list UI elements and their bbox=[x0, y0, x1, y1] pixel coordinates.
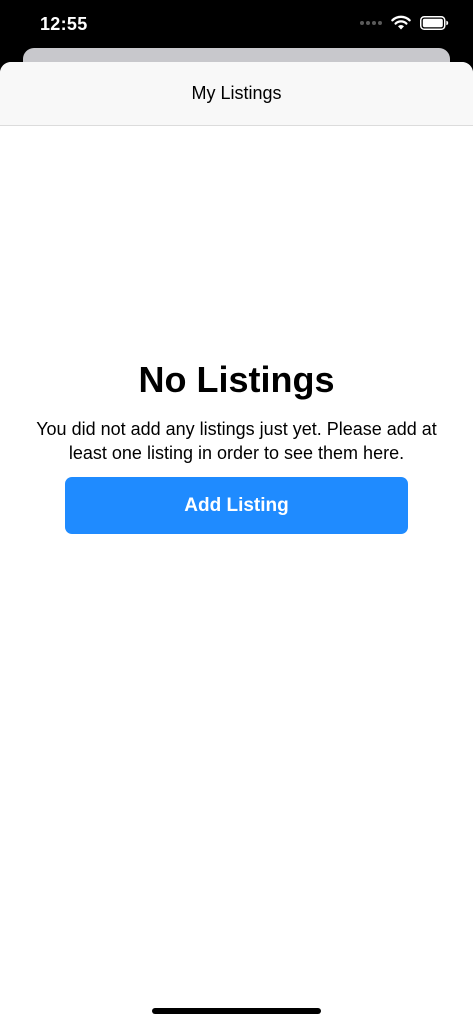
wifi-icon bbox=[391, 15, 411, 30]
modal-sheet: My Listings No Listings You did not add … bbox=[0, 62, 473, 1024]
add-listing-button[interactable]: Add Listing bbox=[65, 477, 408, 534]
empty-state-title: No Listings bbox=[138, 359, 335, 400]
page-title: My Listings bbox=[191, 83, 282, 103]
empty-state-message: You did not add any listings just yet. P… bbox=[36, 419, 437, 463]
battery-icon bbox=[420, 15, 449, 30]
home-indicator[interactable] bbox=[152, 1008, 321, 1014]
status-time: 12:55 bbox=[40, 14, 88, 34]
status-icons bbox=[360, 15, 449, 30]
signal-dots-icon bbox=[360, 20, 382, 25]
navigation-bar: My Listings bbox=[0, 62, 473, 126]
status-bar: 12:55 bbox=[0, 0, 473, 50]
